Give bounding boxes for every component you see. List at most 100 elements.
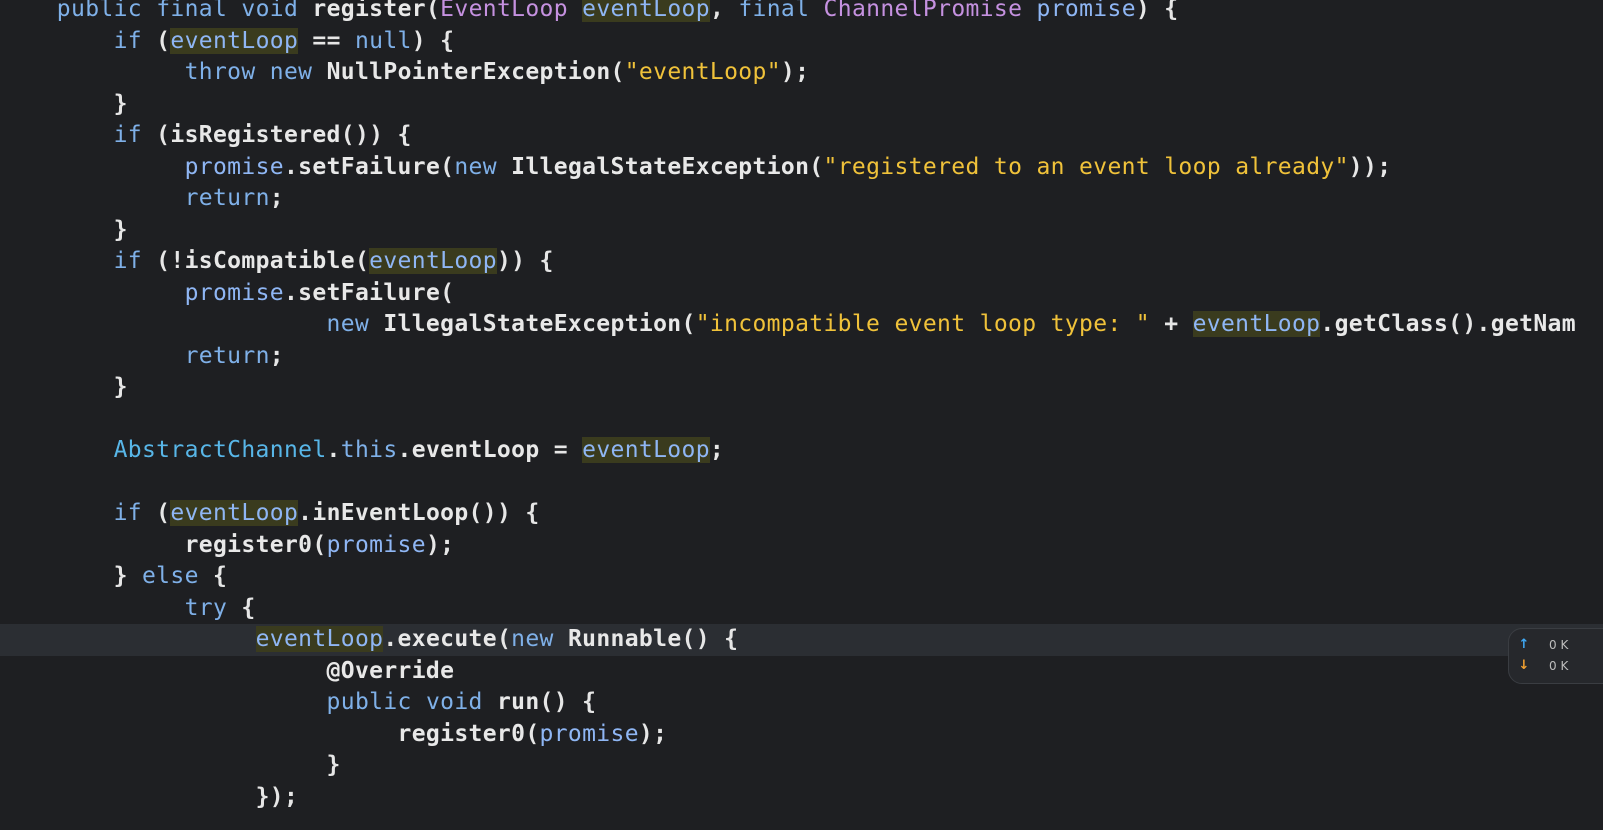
code-token-punc: ( bbox=[440, 279, 455, 306]
code-line[interactable]: } bbox=[0, 750, 1603, 782]
code-token-punc: = bbox=[539, 437, 583, 463]
code-token-param: promise bbox=[184, 153, 284, 180]
code-line[interactable]: } bbox=[0, 215, 1603, 247]
code-token-punc: ()) { bbox=[340, 122, 412, 148]
code-token-punc: . bbox=[283, 279, 299, 306]
code-token-punc: () { bbox=[681, 626, 739, 652]
code-line[interactable]: } bbox=[0, 372, 1603, 404]
code-token-punc: . bbox=[283, 153, 299, 180]
arrow-up-icon: ↑ bbox=[1518, 637, 1530, 652]
code-line[interactable]: } bbox=[0, 89, 1603, 121]
code-token-punc: ; bbox=[709, 437, 725, 463]
code-token-punc: ( bbox=[496, 626, 512, 652]
code-token-punc bbox=[1022, 0, 1036, 22]
code-line[interactable]: promise.setFailure(new IllegalStateExcep… bbox=[0, 152, 1603, 184]
code-editor[interactable]: public final void register(EventLoop eve… bbox=[0, 0, 1603, 830]
code-token-punc: ( bbox=[354, 248, 370, 274]
code-line[interactable]: new IllegalStateException("incompatible … bbox=[0, 309, 1603, 341]
code-token-kw: new bbox=[326, 311, 370, 337]
code-token-method: isRegistered bbox=[170, 122, 341, 148]
code-line[interactable]: if (eventLoop.inEventLoop()) { bbox=[0, 498, 1603, 530]
code-token-punc bbox=[369, 311, 383, 337]
code-line[interactable]: @Override bbox=[0, 656, 1603, 688]
code-line[interactable]: register0(promise); bbox=[0, 719, 1603, 751]
code-token-method: getNam bbox=[1490, 311, 1576, 337]
code-token-punc bbox=[227, 0, 241, 22]
code-token-punc: . bbox=[1320, 311, 1335, 337]
code-line[interactable]: AbstractChannel.this.eventLoop = eventLo… bbox=[0, 435, 1603, 467]
code-token-method: register0 bbox=[397, 720, 526, 747]
code-line[interactable]: public void run() { bbox=[0, 687, 1603, 719]
code-token-punc: } bbox=[113, 216, 128, 243]
code-line[interactable]: return; bbox=[0, 341, 1603, 373]
code-token-kw: throw bbox=[184, 59, 256, 85]
code-token-punc: )) { bbox=[496, 248, 554, 274]
code-token-str: "registered to an event loop already" bbox=[823, 153, 1349, 180]
code-token-punc: == bbox=[298, 27, 355, 54]
code-token-method: setFailure bbox=[298, 279, 441, 306]
code-line-current[interactable]: eventLoop.execute(new Runnable() { bbox=[0, 624, 1603, 656]
code-token-punc: }); bbox=[255, 783, 299, 810]
code-token-punc bbox=[256, 59, 270, 85]
code-token-param: promise bbox=[184, 279, 284, 306]
code-token-punc: } bbox=[113, 90, 128, 117]
code-line[interactable]: throw new NullPointerException("eventLoo… bbox=[0, 57, 1603, 89]
code-token-cls: IllegalStateException bbox=[383, 311, 682, 337]
code-line[interactable]: try { bbox=[0, 593, 1603, 625]
code-token-field: eventLoop bbox=[411, 437, 540, 463]
code-token-kw: if bbox=[113, 122, 142, 148]
code-token-punc: + bbox=[1150, 311, 1193, 337]
code-token-method: setFailure bbox=[298, 153, 441, 180]
code-token-punc: ()) { bbox=[468, 500, 540, 526]
code-token-str: "eventLoop" bbox=[624, 59, 781, 85]
code-line[interactable]: }); bbox=[0, 782, 1603, 814]
code-line[interactable] bbox=[0, 467, 1603, 499]
code-line[interactable] bbox=[0, 404, 1603, 436]
code-token-punc: ); bbox=[780, 59, 810, 85]
arrow-down-icon: ↓ bbox=[1518, 658, 1530, 673]
code-line[interactable]: if (eventLoop == null) { bbox=[0, 26, 1603, 58]
code-token-ann: @Override bbox=[326, 657, 455, 684]
code-line[interactable]: } else { bbox=[0, 561, 1603, 593]
code-line[interactable]: if (!isCompatible(eventLoop)) { bbox=[0, 246, 1603, 278]
code-token-kw: void bbox=[241, 0, 299, 22]
code-line[interactable]: if (isRegistered()) { bbox=[0, 120, 1603, 152]
code-token-kw: if bbox=[113, 248, 142, 274]
network-status-widget[interactable]: ↑ 0 K ↓ 0 K bbox=[1508, 628, 1603, 684]
code-lines[interactable]: public final void register(EventLoop eve… bbox=[0, 0, 1603, 813]
code-line[interactable]: promise.setFailure( bbox=[0, 278, 1603, 310]
code-token-kw: public bbox=[326, 689, 412, 715]
code-token-kw: final bbox=[156, 0, 228, 22]
code-line[interactable]: return; bbox=[0, 183, 1603, 215]
code-token-hl: eventLoop bbox=[170, 27, 299, 54]
code-token-hl: eventLoop bbox=[255, 626, 384, 652]
code-token-kw: new bbox=[454, 153, 497, 180]
code-token-param: promise bbox=[326, 531, 426, 558]
code-token-punc bbox=[298, 0, 312, 22]
code-token-kw: void bbox=[425, 689, 483, 715]
code-token-punc bbox=[142, 0, 156, 22]
code-token-method: register0 bbox=[184, 531, 313, 558]
code-token-method: run bbox=[496, 689, 540, 715]
code-token-method: getClass bbox=[1334, 311, 1449, 337]
code-line[interactable]: register0(promise); bbox=[0, 530, 1603, 562]
code-token-punc: ( bbox=[141, 122, 171, 148]
code-token-hl: eventLoop bbox=[582, 437, 710, 463]
code-token-punc: ; bbox=[269, 185, 284, 211]
code-line[interactable]: public final void register(EventLoop eve… bbox=[0, 0, 1603, 26]
code-token-punc: (). bbox=[1448, 311, 1491, 337]
